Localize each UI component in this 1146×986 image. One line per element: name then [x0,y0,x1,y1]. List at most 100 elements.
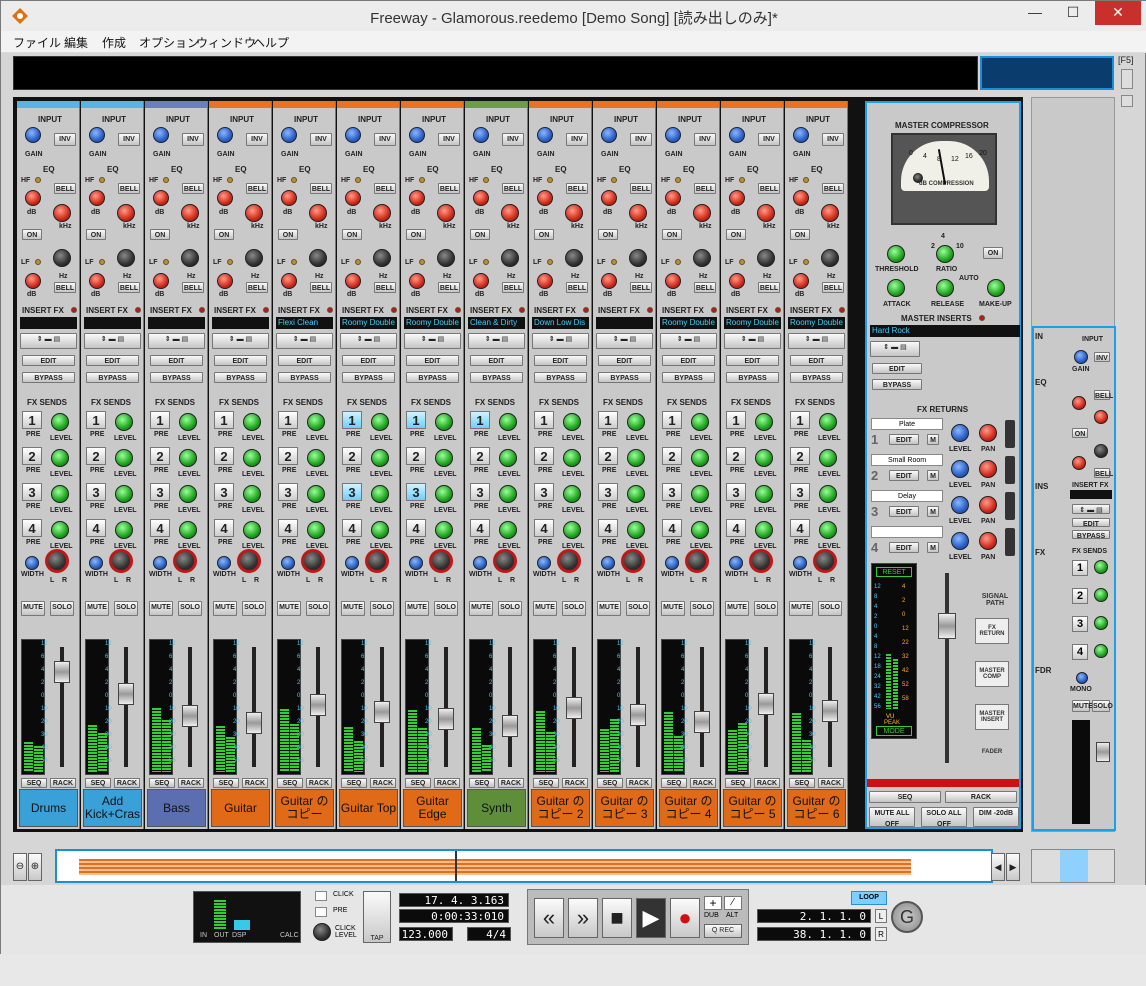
channel-name[interactable]: Synth [467,789,526,827]
send-pre-button[interactable]: 3 [278,483,298,501]
scroll-left-icon[interactable]: ◀ [991,853,1005,881]
lf-bell-button[interactable]: BELL [118,282,140,293]
seq-button[interactable]: SEQ [21,778,47,788]
volume-fader[interactable] [566,697,582,719]
send-pre-button[interactable]: 2 [22,447,42,465]
send-level-knob[interactable] [179,521,197,539]
insert-patch-name[interactable] [20,317,77,329]
edit-button[interactable]: EDIT [342,355,395,366]
hf-freq-knob[interactable] [373,204,391,222]
insert-patch-name[interactable]: Down Low Dis [532,317,589,329]
send-pre-button[interactable]: 2 [342,447,362,465]
channel-name[interactable]: Drums [19,789,78,827]
bypass-button[interactable]: BYPASS [534,372,587,383]
send-pre-button[interactable]: 2 [278,447,298,465]
send-pre-button[interactable]: 2 [662,447,682,465]
song-position-marker[interactable] [455,851,457,881]
hf-freq-knob[interactable] [821,204,839,222]
signal-path-step[interactable]: FX RETURN [975,618,1009,644]
seq-button[interactable]: SEQ [85,778,111,788]
invert-button[interactable]: INV [758,133,780,146]
rack-button[interactable]: RACK [562,778,588,788]
master-volume-fader[interactable] [938,613,956,639]
channel-name[interactable]: Guitar Edge [403,789,462,827]
hf-freq-knob[interactable] [437,204,455,222]
invert-button[interactable]: INV [438,133,460,146]
master-bypass-button[interactable]: BYPASS [872,379,922,390]
hf-bell-button[interactable]: BELL [182,183,204,194]
hf-gain-knob[interactable] [665,190,681,206]
send-level-knob[interactable] [371,449,389,467]
lf-gain-knob[interactable] [537,273,553,289]
pan-knob[interactable] [301,549,325,573]
master-insert-patch[interactable]: Hard Rock [870,325,1020,337]
send-level-knob[interactable] [435,413,453,431]
solo-button[interactable]: SOLO [370,601,394,616]
lf-bell-button[interactable]: BELL [438,282,460,293]
eq-on-button[interactable]: ON [406,229,426,240]
send-level-knob[interactable] [499,449,517,467]
insert-patch-name[interactable]: Roomy Double [660,317,717,329]
send-pre-button[interactable]: 3 [662,483,682,501]
pan-knob[interactable] [557,549,581,573]
invert-button[interactable]: INV [694,133,716,146]
send-pre-button[interactable]: 4 [726,519,746,537]
send-pre-button[interactable]: 1 [86,411,106,429]
lf-bell-button[interactable]: BELL [182,282,204,293]
inspector-insert-patch[interactable] [1070,490,1112,499]
lf-freq-knob[interactable] [373,249,391,267]
send-pre-button[interactable]: 1 [470,411,490,429]
pan-knob[interactable] [493,549,517,573]
minimize-button[interactable]: — [1017,1,1053,25]
solo-button[interactable]: SOLO [818,601,842,616]
rack-button[interactable]: RACK [434,778,460,788]
send-level-knob[interactable] [691,521,709,539]
rack-button[interactable]: RACK [242,778,268,788]
volume-fader[interactable] [438,708,454,730]
send-level-knob[interactable] [371,521,389,539]
detach-icon[interactable] [1121,95,1133,107]
eq-on-button[interactable]: ON [22,229,42,240]
seq-button[interactable]: SEQ [725,778,751,788]
fx-return-pan-knob[interactable] [979,496,997,514]
bypass-button[interactable]: BYPASS [662,372,715,383]
send-pre-button[interactable]: 4 [86,519,106,537]
send-pre-button[interactable]: 3 [726,483,746,501]
edit-button[interactable]: EDIT [278,355,331,366]
gain-knob[interactable] [473,127,489,143]
insert-patch-name[interactable]: Roomy Double [404,317,461,329]
seq-button[interactable]: SEQ [789,778,815,788]
fx-return-name[interactable]: Plate [871,418,943,430]
channel-name[interactable]: Guitar のコピー 6 [787,789,846,827]
inspector-bypass-button[interactable]: BYPASS [1072,530,1110,540]
bypass-button[interactable]: BYPASS [790,372,843,383]
lf-gain-knob[interactable] [793,273,809,289]
lf-freq-knob[interactable] [501,249,519,267]
send-pre-button[interactable]: 3 [86,483,106,501]
edit-button[interactable]: EDIT [406,355,459,366]
lf-freq-knob[interactable] [245,249,263,267]
seq-button[interactable]: SEQ [149,778,175,788]
click-level-knob[interactable] [313,923,331,941]
send-level-knob[interactable] [51,413,69,431]
fast-forward-button[interactable]: » [568,898,598,938]
send-pre-button[interactable]: 2 [598,447,618,465]
hf-gain-knob[interactable] [25,190,41,206]
send-pre-button[interactable]: 4 [342,519,362,537]
tempo-display[interactable]: 123.000 [399,927,453,941]
send-level-knob[interactable] [755,449,773,467]
send-pre-button[interactable]: 4 [598,519,618,537]
inspector-gain-knob[interactable] [1074,350,1088,364]
solo-button[interactable]: SOLO [626,601,650,616]
width-knob[interactable] [473,556,487,570]
hf-gain-knob[interactable] [89,190,105,206]
inspector-send-button[interactable]: 4 [1072,644,1088,660]
volume-fader[interactable] [694,711,710,733]
send-pre-button[interactable]: 2 [726,447,746,465]
solo-button[interactable]: SOLO [434,601,458,616]
lf-bell-button[interactable]: BELL [694,282,716,293]
invert-button[interactable]: INV [310,133,332,146]
inspector-width-knob[interactable] [1076,672,1088,684]
send-level-knob[interactable] [755,521,773,539]
hf-bell-button[interactable]: BELL [54,183,76,194]
